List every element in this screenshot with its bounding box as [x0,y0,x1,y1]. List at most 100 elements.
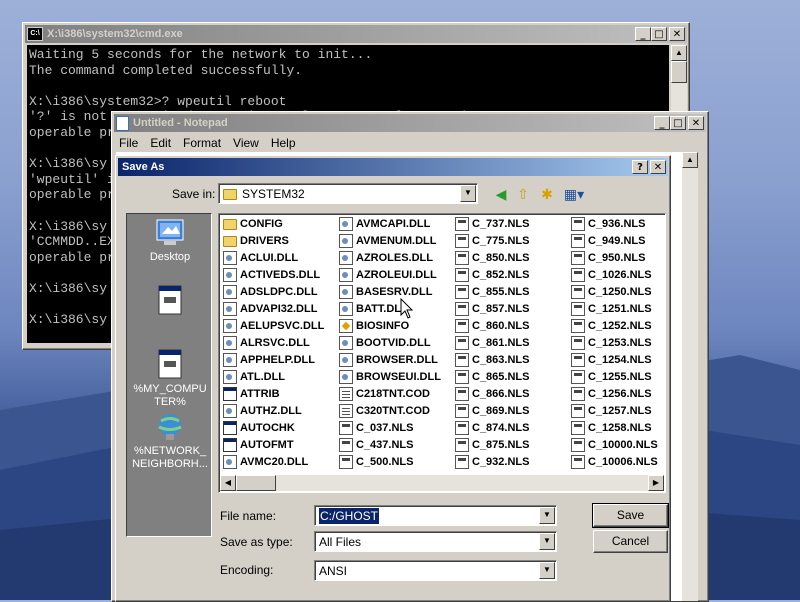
file-item[interactable]: AVMCAPI.DLL [339,215,441,232]
cmd-titlebar[interactable]: C:\ X:\i386\system32\cmd.exe _ □ ✕ [25,25,687,43]
scroll-up-button[interactable]: ▲ [671,45,687,61]
file-item[interactable]: C_865.NLS [455,368,529,385]
file-item[interactable]: C_500.NLS [339,453,441,470]
file-item[interactable]: C_950.NLS [571,249,658,266]
file-item[interactable]: ALRSVC.DLL [223,334,324,351]
file-item[interactable]: CONFIG [223,215,324,232]
file-item[interactable]: C218TNT.COD [339,385,441,402]
scroll-left-button[interactable]: ◀ [220,475,236,491]
file-item[interactable]: C_1253.NLS [571,334,658,351]
menu-file[interactable]: File [116,134,147,152]
file-item[interactable]: C_1256.NLS [571,385,658,402]
file-item[interactable]: C_949.NLS [571,232,658,249]
file-item[interactable]: C_437.NLS [339,436,441,453]
encoding-dropdown[interactable]: ANSI ▼ [314,560,557,581]
menu-edit[interactable]: Edit [147,134,180,152]
file-item[interactable]: C_1026.NLS [571,266,658,283]
file-item[interactable]: C_1252.NLS [571,317,658,334]
save-button[interactable]: Save [592,503,669,528]
file-item[interactable]: C_866.NLS [455,385,529,402]
places-desktop[interactable]: Desktop [127,218,213,264]
menu-view[interactable]: View [230,134,268,152]
chevron-down-icon[interactable]: ▼ [460,185,476,202]
file-item[interactable]: C_861.NLS [455,334,529,351]
places-network[interactable]: %NETWORK_NEIGHBORH... [127,412,213,471]
chevron-down-icon[interactable]: ▼ [539,507,555,524]
file-item[interactable]: AUTHZ.DLL [223,402,324,419]
file-item[interactable]: AUTOFMT [223,436,324,453]
file-item[interactable]: BASESRV.DLL [339,283,441,300]
file-item[interactable]: C_855.NLS [455,283,529,300]
file-item[interactable]: C_936.NLS [571,215,658,232]
file-item[interactable]: BATT.DLL [339,300,441,317]
file-item[interactable]: C_932.NLS [455,453,529,470]
file-list-horizontal-scrollbar[interactable]: ◀ ▶ [220,475,664,491]
file-item[interactable]: ACTIVEDS.DLL [223,266,324,283]
file-item[interactable]: C_857.NLS [455,300,529,317]
save-as-type-dropdown[interactable]: All Files ▼ [314,531,557,552]
places-documents[interactable] [127,284,213,319]
file-item[interactable]: ADSLDPC.DLL [223,283,324,300]
chevron-down-icon[interactable]: ▼ [539,533,555,550]
close-button[interactable]: ✕ [650,160,666,174]
file-item[interactable]: C_737.NLS [455,215,529,232]
file-item[interactable]: BIOSINFO [339,317,441,334]
file-item[interactable]: C_1251.NLS [571,300,658,317]
save-as-dialog[interactable]: Save As ? ✕ Save in: SYSTEM32 ▼ ◀ ⇧ ✱ ▦▾… [115,155,671,602]
chevron-down-icon[interactable]: ▼ [539,562,555,579]
file-item[interactable]: C320TNT.COD [339,402,441,419]
menu-help[interactable]: Help [268,134,305,152]
file-item[interactable]: AELUPSVC.DLL [223,317,324,334]
file-item[interactable]: C_874.NLS [455,419,529,436]
file-item[interactable]: C_1250.NLS [571,283,658,300]
file-item[interactable]: BROWSEUI.DLL [339,368,441,385]
close-button[interactable]: ✕ [669,27,685,41]
file-item[interactable]: AZROLES.DLL [339,249,441,266]
help-button[interactable]: ? [632,160,648,174]
file-item[interactable]: AZROLEUI.DLL [339,266,441,283]
view-menu-icon[interactable]: ▦▾ [562,185,586,203]
close-button[interactable]: ✕ [688,116,704,130]
file-item[interactable]: C_1254.NLS [571,351,658,368]
notepad-vertical-scrollbar[interactable]: ▲ [682,152,698,601]
file-item[interactable]: C_037.NLS [339,419,441,436]
back-icon[interactable]: ◀ [492,185,510,203]
file-item[interactable]: C_852.NLS [455,266,529,283]
menu-format[interactable]: Format [180,134,230,152]
cancel-button[interactable]: Cancel [593,530,668,553]
file-item[interactable]: ACLUI.DLL [223,249,324,266]
save-as-titlebar[interactable]: Save As ? ✕ [118,158,668,176]
file-item[interactable]: BROWSER.DLL [339,351,441,368]
file-item[interactable]: C_875.NLS [455,436,529,453]
file-item[interactable]: AVMENUM.DLL [339,232,441,249]
file-item[interactable]: C_869.NLS [455,402,529,419]
new-folder-icon[interactable]: ✱ [538,185,556,203]
file-item[interactable]: AVMC20.DLL [223,453,324,470]
file-item[interactable]: C_1257.NLS [571,402,658,419]
file-item[interactable]: C_850.NLS [455,249,529,266]
notepad-titlebar[interactable]: Untitled - Notepad _ □ ✕ [114,114,706,132]
file-item[interactable]: C_10006.NLS [571,453,658,470]
file-item[interactable]: APPHELP.DLL [223,351,324,368]
file-item[interactable]: ATTRIB [223,385,324,402]
file-item[interactable]: ATL.DLL [223,368,324,385]
file-item[interactable]: C_10000.NLS [571,436,658,453]
file-name-field[interactable]: C:/GHOST ▼ [314,505,557,526]
minimize-button[interactable]: _ [654,116,670,130]
scroll-thumb[interactable] [671,61,687,83]
up-folder-icon[interactable]: ⇧ [514,185,532,203]
file-item[interactable]: C_863.NLS [455,351,529,368]
scroll-thumb[interactable] [236,475,276,491]
file-item[interactable]: ADVAPI32.DLL [223,300,324,317]
maximize-button[interactable]: □ [670,116,686,130]
scroll-up-button[interactable]: ▲ [682,152,698,168]
places-my-computer[interactable]: %MY_COMPUTER% [127,348,213,409]
file-item[interactable]: C_860.NLS [455,317,529,334]
file-list[interactable]: CONFIG DRIVERS ACLUI.DLL ACTIVEDS.DLL ADSLDP… [218,213,666,493]
scroll-right-button[interactable]: ▶ [648,475,664,491]
maximize-button[interactable]: □ [651,27,667,41]
file-item[interactable]: C_1258.NLS [571,419,658,436]
file-item[interactable]: AUTOCHK [223,419,324,436]
save-in-dropdown[interactable]: SYSTEM32 ▼ [218,183,478,204]
file-item[interactable]: C_1255.NLS [571,368,658,385]
